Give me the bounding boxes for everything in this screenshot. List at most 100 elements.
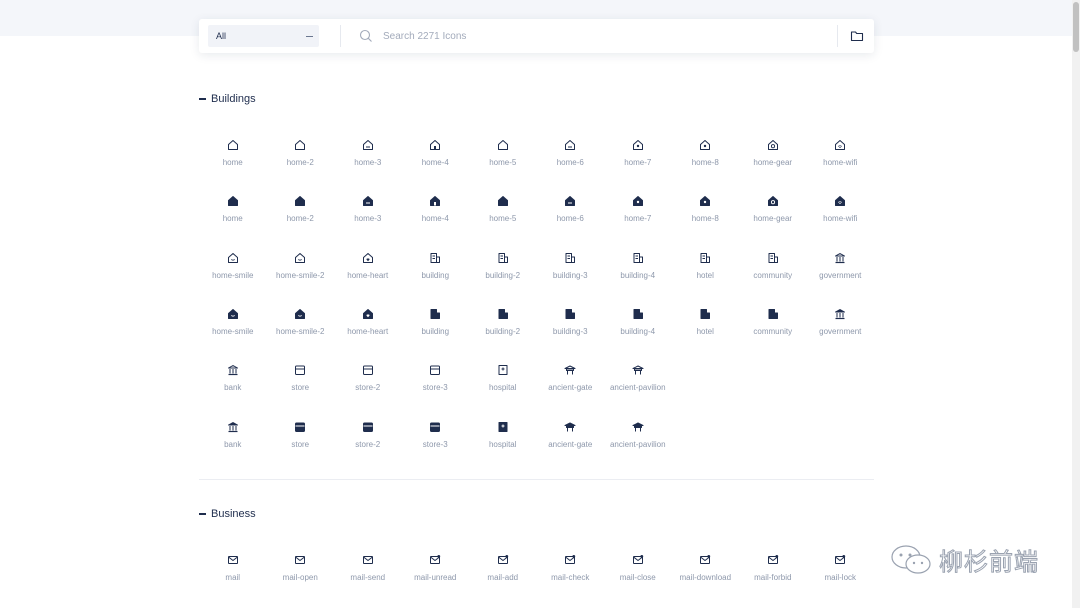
icon-cell-hotel[interactable]: hotel [672, 252, 740, 302]
icon-cell-home-smile-2[interactable]: home-smile-2 [267, 308, 335, 358]
ancient-pavilion-icon [632, 365, 644, 375]
category-select[interactable]: All [208, 25, 319, 47]
icon-cell-building-3[interactable]: building-3 [537, 308, 605, 358]
icon-cell-mail-lock[interactable]: mail-lock [807, 554, 875, 604]
icon-label: mail-lock [824, 573, 857, 582]
icon-cell-home-smile[interactable]: home-smile [199, 308, 267, 358]
icon-cell-government[interactable]: government [807, 308, 875, 358]
icon-cell-home-wifi[interactable]: home-wifi [807, 139, 875, 189]
icon-cell-store[interactable]: store [267, 421, 335, 471]
bank-icon [227, 421, 238, 432]
home-2-icon [295, 196, 306, 207]
icon-cell-home[interactable]: home [199, 139, 267, 189]
icon-cell-mail-open[interactable]: mail-open [267, 554, 335, 604]
icon-cell-store-3[interactable]: store-3 [402, 421, 470, 471]
icon-cell-building-4[interactable]: building-4 [604, 252, 672, 302]
home-5-icon [497, 196, 508, 207]
icon-cell-home-6[interactable]: home-6 [537, 195, 605, 245]
search-input[interactable] [381, 29, 805, 43]
mail-icon [227, 556, 238, 564]
icon-cell-mail-send[interactable]: mail-send [334, 554, 402, 604]
store-icon [295, 365, 306, 376]
icon-cell-home-heart[interactable]: home-heart [334, 252, 402, 302]
icon-cell-mail-check[interactable]: mail-check [537, 554, 605, 604]
icon-cell-home-wifi[interactable]: home-wifi [807, 195, 875, 245]
icon-cell-store-3[interactable]: store-3 [402, 364, 470, 414]
icon-cell-home-gear[interactable]: home-gear [739, 139, 807, 189]
home-wifi-icon [835, 196, 846, 207]
collapse-icon [199, 513, 206, 515]
icon-cell-building[interactable]: building [402, 308, 470, 358]
icon-cell-home-2[interactable]: home-2 [267, 139, 335, 189]
icon-cell-building-2[interactable]: building-2 [469, 252, 537, 302]
home-icon [227, 140, 238, 150]
icon-cell-home-7[interactable]: home-7 [604, 139, 672, 189]
icon-cell-ancient-pavilion[interactable]: ancient-pavilion [604, 421, 672, 471]
icon-cell-home-smile-2[interactable]: home-smile-2 [267, 252, 335, 302]
icon-cell-bank[interactable]: bank [199, 364, 267, 414]
icon-cell-store-2[interactable]: store-2 [334, 364, 402, 414]
icon-cell-building-2[interactable]: building-2 [469, 308, 537, 358]
icon-label: government [819, 270, 862, 280]
icon-cell-building-4[interactable]: building-4 [604, 308, 672, 358]
icon-cell-home-7[interactable]: home-7 [604, 195, 672, 245]
home-7-icon [632, 196, 643, 207]
icon-cell-ancient-gate[interactable]: ancient-gate [537, 364, 605, 414]
icon-cell-home-4[interactable]: home-4 [402, 195, 470, 245]
building-3-icon [565, 252, 576, 263]
icon-cell-home-6[interactable]: home-6 [537, 139, 605, 189]
icon-cell-community[interactable]: community [739, 252, 807, 302]
icon-cell-home-5[interactable]: home-5 [469, 139, 537, 189]
home-smile-icon [227, 308, 238, 319]
icon-cell-mail-forbid[interactable]: mail-forbid [739, 554, 807, 604]
store-3-icon [430, 365, 441, 376]
home-heart-icon [362, 308, 373, 319]
home-5-icon [497, 140, 508, 150]
section-header-buildings[interactable]: Buildings [199, 93, 256, 105]
icon-cell-home-8[interactable]: home-8 [672, 195, 740, 245]
icon-cell-ancient-gate[interactable]: ancient-gate [537, 421, 605, 471]
icon-cell-home-gear[interactable]: home-gear [739, 195, 807, 245]
icon-cell-home-8[interactable]: home-8 [672, 139, 740, 189]
icon-cell-home[interactable]: home [199, 195, 267, 245]
building-icon [430, 252, 441, 263]
icon-cell-ancient-pavilion[interactable]: ancient-pavilion [604, 364, 672, 414]
icon-cell-mail-add[interactable]: mail-add [469, 554, 537, 604]
icon-cell-home-smile[interactable]: home-smile [199, 252, 267, 302]
folder-icon[interactable] [850, 29, 864, 43]
icon-cell-home-heart[interactable]: home-heart [334, 308, 402, 358]
icon-cell-community[interactable]: community [739, 308, 807, 358]
icon-cell-bank[interactable]: bank [199, 421, 267, 471]
icon-cell-home-3[interactable]: home-3 [334, 195, 402, 245]
mail-lock-icon [835, 555, 846, 564]
icon-cell-mail-close[interactable]: mail-close [604, 554, 672, 604]
icon-cell-home-2[interactable]: home-2 [267, 195, 335, 245]
icon-cell-building-3[interactable]: building-3 [537, 252, 605, 302]
icon-cell-store[interactable]: store [267, 364, 335, 414]
watermark-text: 柳杉前端 [939, 548, 1039, 577]
icon-cell-building[interactable]: building [402, 252, 470, 302]
ancient-pavilion-icon [632, 422, 644, 431]
icon-cell-hospital[interactable]: hospital [469, 421, 537, 471]
community-icon [768, 252, 778, 263]
icon-cell-home-5[interactable]: home-5 [469, 195, 537, 245]
icon-cell-mail-unread[interactable]: mail-unread [402, 554, 470, 604]
scrollbar[interactable] [1072, 0, 1080, 608]
home-8-icon [700, 196, 711, 207]
icon-cell-home-3[interactable]: home-3 [334, 139, 402, 189]
icon-cell-store-2[interactable]: store-2 [334, 421, 402, 471]
building-icon [430, 308, 441, 319]
select-toggle-icon [306, 35, 313, 37]
store-icon [295, 422, 306, 432]
icon-cell-mail[interactable]: mail [199, 554, 267, 604]
home-6-icon [565, 140, 576, 150]
mail-unread-icon [430, 555, 441, 564]
icon-cell-home-4[interactable]: home-4 [402, 139, 470, 189]
icon-cell-hospital[interactable]: hospital [469, 364, 537, 414]
icon-cell-hotel[interactable]: hotel [672, 308, 740, 358]
scrollbar-thumb[interactable] [1073, 2, 1079, 52]
icon-cell-mail-download[interactable]: mail-download [672, 554, 740, 604]
hospital-icon [498, 365, 508, 376]
icon-cell-government[interactable]: government [807, 252, 875, 302]
section-header-business[interactable]: Business [199, 508, 256, 520]
